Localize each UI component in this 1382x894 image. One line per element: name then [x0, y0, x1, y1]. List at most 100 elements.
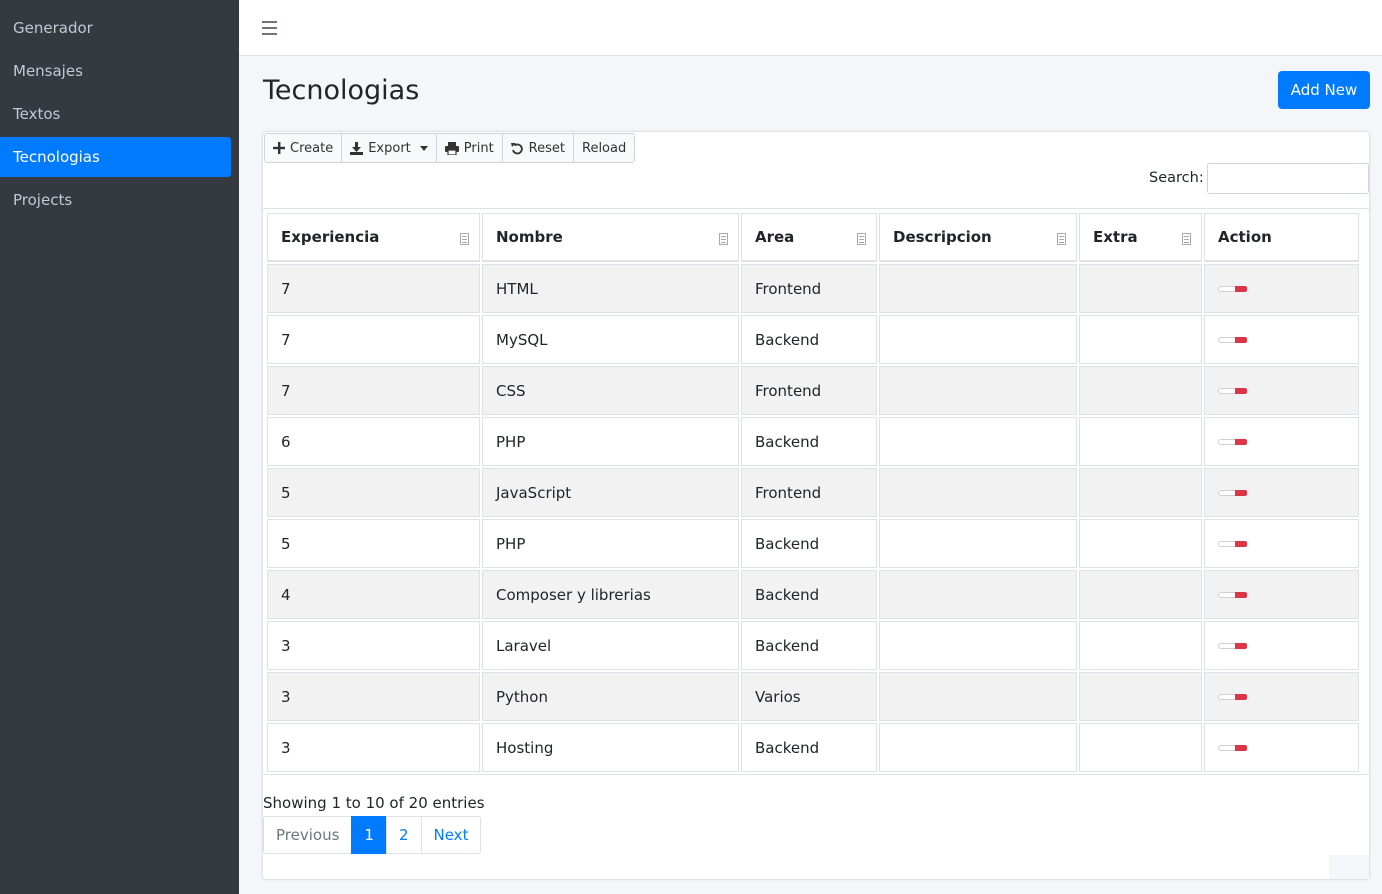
- cell-action: [1204, 468, 1359, 517]
- action-toggle[interactable]: [1218, 285, 1247, 292]
- column-header-extra[interactable]: Extra: [1079, 213, 1202, 262]
- cell-extra: [1079, 366, 1202, 415]
- action-toggle[interactable]: [1218, 693, 1247, 700]
- action-toggle[interactable]: [1218, 387, 1247, 394]
- column-header-action: Action: [1204, 213, 1359, 262]
- hamburger-icon[interactable]: [262, 21, 277, 35]
- table-header-row: Experiencia Nombre Area Descripcion Extr…: [267, 213, 1359, 262]
- column-header-experiencia[interactable]: Experiencia: [267, 213, 480, 262]
- cell-nombre: Laravel: [482, 621, 739, 670]
- sidebar-item-label: Mensajes: [13, 62, 83, 80]
- cell-experiencia: 3: [267, 621, 480, 670]
- action-toggle[interactable]: [1218, 540, 1247, 547]
- table-row: 7 HTML Frontend: [267, 264, 1359, 313]
- sort-icon: [719, 233, 728, 245]
- cell-action: [1204, 264, 1359, 313]
- cell-area: Backend: [741, 621, 877, 670]
- top-navbar: [239, 0, 1382, 56]
- print-icon: [444, 141, 459, 155]
- sidebar-item-label: Generador: [13, 19, 93, 37]
- cell-descripcion: [879, 366, 1077, 415]
- cell-experiencia: 7: [267, 315, 480, 364]
- data-table: Experiencia Nombre Area Descripcion Extr…: [265, 211, 1361, 774]
- table-row: 5 PHP Backend: [267, 519, 1359, 568]
- sort-icon: [1182, 233, 1191, 245]
- cell-extra: [1079, 264, 1202, 313]
- cell-experiencia: 7: [267, 264, 480, 313]
- cell-action: [1204, 417, 1359, 466]
- action-toggle[interactable]: [1218, 744, 1247, 751]
- cell-nombre: JavaScript: [482, 468, 739, 517]
- sidebar-item-mensajes[interactable]: Mensajes: [0, 51, 231, 91]
- pagination-page-2[interactable]: 2: [385, 816, 422, 854]
- cell-action: [1204, 570, 1359, 619]
- print-button[interactable]: Print: [436, 134, 503, 162]
- table-row: 6 PHP Backend: [267, 417, 1359, 466]
- cell-area: Backend: [741, 315, 877, 364]
- create-button[interactable]: Create: [265, 134, 343, 162]
- pagination-previous[interactable]: Previous: [263, 816, 353, 854]
- cell-nombre: CSS: [482, 366, 739, 415]
- export-button[interactable]: Export: [342, 134, 437, 162]
- column-header-label: Action: [1218, 228, 1272, 246]
- cell-nombre: HTML: [482, 264, 739, 313]
- cell-area: Frontend: [741, 264, 877, 313]
- download-icon: [350, 141, 364, 155]
- page-title: Tecnologias: [263, 74, 420, 106]
- add-new-button[interactable]: Add New: [1278, 71, 1370, 109]
- reset-button[interactable]: Reset: [502, 134, 574, 162]
- column-header-area[interactable]: Area: [741, 213, 877, 262]
- cell-nombre: PHP: [482, 519, 739, 568]
- cell-experiencia: 6: [267, 417, 480, 466]
- plus-icon: [273, 142, 285, 154]
- sidebar-item-projects[interactable]: Projects: [0, 180, 231, 220]
- cell-descripcion: [879, 723, 1077, 772]
- cell-area: Backend: [741, 570, 877, 619]
- cell-extra: [1079, 570, 1202, 619]
- chevron-down-icon: [419, 145, 428, 151]
- sidebar-item-generador[interactable]: Generador: [0, 8, 231, 48]
- table-row: 5 JavaScript Frontend: [267, 468, 1359, 517]
- search-input[interactable]: [1207, 163, 1369, 194]
- sidebar-item-textos[interactable]: Textos: [0, 94, 231, 134]
- pagination-next[interactable]: Next: [420, 816, 482, 854]
- table-row: 3 Laravel Backend: [267, 621, 1359, 670]
- column-header-descripcion[interactable]: Descripcion: [879, 213, 1077, 262]
- action-toggle[interactable]: [1218, 642, 1247, 649]
- cell-extra: [1079, 417, 1202, 466]
- cell-nombre: Composer y librerias: [482, 570, 739, 619]
- cell-descripcion: [879, 264, 1077, 313]
- cell-extra: [1079, 672, 1202, 721]
- cell-descripcion: [879, 468, 1077, 517]
- pagination-page-1[interactable]: 1: [351, 816, 387, 854]
- cell-area: Backend: [741, 417, 877, 466]
- column-header-label: Area: [755, 228, 795, 246]
- reload-button[interactable]: Reload: [574, 134, 635, 162]
- export-label: Export: [368, 140, 411, 156]
- cell-action: [1204, 672, 1359, 721]
- sidebar-item-tecnologias[interactable]: Tecnologias: [0, 137, 231, 177]
- action-toggle[interactable]: [1218, 438, 1247, 445]
- pagination: Previous 1 2 Next: [263, 816, 482, 854]
- undo-icon: [510, 142, 523, 154]
- column-header-nombre[interactable]: Nombre: [482, 213, 739, 262]
- cell-area: Frontend: [741, 468, 877, 517]
- action-toggle[interactable]: [1218, 336, 1247, 343]
- cell-area: Frontend: [741, 366, 877, 415]
- cell-descripcion: [879, 315, 1077, 364]
- cell-action: [1204, 621, 1359, 670]
- table-row: 7 MySQL Backend: [267, 315, 1359, 364]
- cell-nombre: PHP: [482, 417, 739, 466]
- table-info: Showing 1 to 10 of 20 entries: [263, 794, 485, 812]
- cell-extra: [1079, 315, 1202, 364]
- cell-action: [1204, 723, 1359, 772]
- cell-action: [1204, 315, 1359, 364]
- search-label: Search:: [1149, 170, 1204, 186]
- cell-extra: [1079, 621, 1202, 670]
- cell-descripcion: [879, 519, 1077, 568]
- cell-area: Backend: [741, 723, 877, 772]
- cell-experiencia: 5: [267, 468, 480, 517]
- action-toggle[interactable]: [1218, 591, 1247, 598]
- action-toggle[interactable]: [1218, 489, 1247, 496]
- create-label: Create: [290, 140, 334, 156]
